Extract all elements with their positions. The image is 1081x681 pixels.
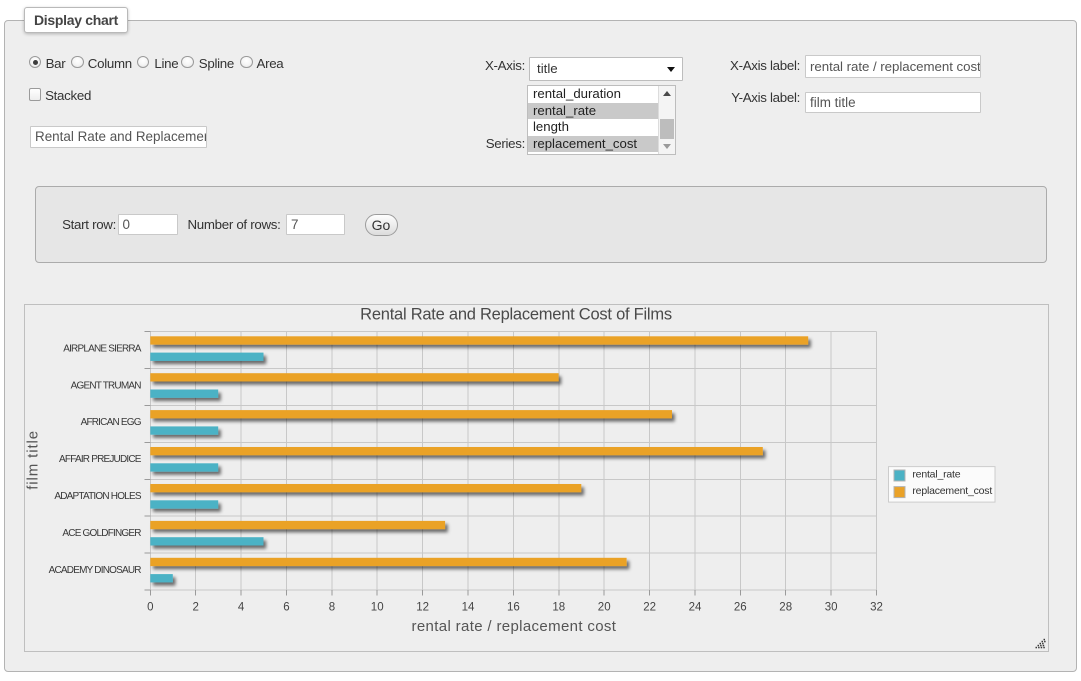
svg-text:ACE GOLDFINGER: ACE GOLDFINGER <box>62 528 141 539</box>
svg-text:32: 32 <box>870 602 883 614</box>
svg-text:AIRPLANE SIERRA: AIRPLANE SIERRA <box>63 344 142 355</box>
svg-text:12: 12 <box>416 602 429 614</box>
svg-text:8: 8 <box>329 602 335 614</box>
svg-text:4: 4 <box>238 602 245 614</box>
svg-text:26: 26 <box>734 602 747 614</box>
svg-text:18: 18 <box>552 602 565 614</box>
svg-text:28: 28 <box>779 602 792 614</box>
svg-text:10: 10 <box>371 602 384 614</box>
svg-text:replacement_cost: replacement_cost <box>912 485 992 497</box>
svg-text:24: 24 <box>689 602 702 614</box>
svg-text:6: 6 <box>283 602 289 614</box>
svg-text:16: 16 <box>507 602 520 614</box>
svg-text:rental rate / replacement cost: rental rate / replacement cost <box>412 618 617 635</box>
svg-text:rental_rate: rental_rate <box>912 469 960 481</box>
svg-text:ACADEMY DINOSAUR: ACADEMY DINOSAUR <box>49 565 142 576</box>
svg-text:AFFAIR PREJUDICE: AFFAIR PREJUDICE <box>59 454 142 465</box>
svg-text:2: 2 <box>192 602 198 614</box>
svg-text:30: 30 <box>825 602 838 614</box>
svg-text:AFRICAN EGG: AFRICAN EGG <box>81 418 142 429</box>
svg-text:AGENT TRUMAN: AGENT TRUMAN <box>71 381 142 392</box>
svg-text:14: 14 <box>462 602 475 614</box>
svg-text:0: 0 <box>147 602 153 614</box>
svg-text:Rental Rate and Replacement Co: Rental Rate and Replacement Cost of Film… <box>360 306 672 324</box>
svg-text:22: 22 <box>643 602 656 614</box>
svg-text:ADAPTATION HOLES: ADAPTATION HOLES <box>54 491 141 502</box>
svg-text:20: 20 <box>598 602 611 614</box>
svg-text:film title: film title <box>25 430 41 490</box>
